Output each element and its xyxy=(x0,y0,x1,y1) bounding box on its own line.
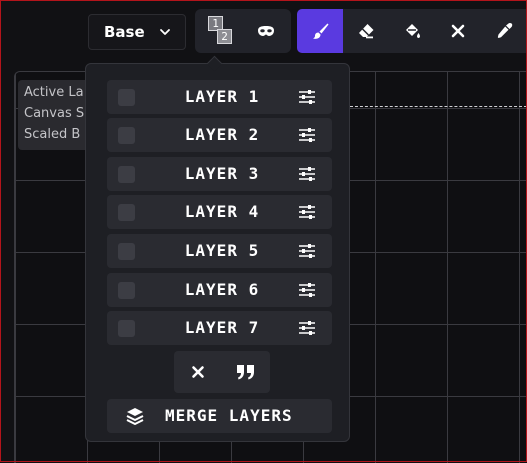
fill-tool-button[interactable] xyxy=(389,9,435,53)
layers-icon xyxy=(126,408,144,425)
clear-tool-button[interactable] xyxy=(435,9,481,53)
layer-row-5[interactable]: LAYER 5 xyxy=(107,234,332,268)
sliders-icon[interactable] xyxy=(298,282,316,298)
sliders-icon[interactable] xyxy=(298,243,316,259)
quote-icon xyxy=(237,365,254,380)
mask-button[interactable] xyxy=(243,9,289,53)
paint-bucket-icon xyxy=(406,24,420,38)
chevron-down-icon xyxy=(160,29,170,35)
layer-checkbox[interactable] xyxy=(118,282,135,299)
layer-name: LAYER 7 xyxy=(184,318,260,337)
color-picker-tool-button[interactable] xyxy=(481,9,527,53)
layer-name: LAYER 6 xyxy=(184,280,260,299)
layer-row-1[interactable]: LAYER 1 xyxy=(107,80,332,114)
sliders-icon[interactable] xyxy=(298,89,316,105)
layer-row-6[interactable]: LAYER 6 xyxy=(107,273,332,307)
sliders-icon[interactable] xyxy=(298,204,316,220)
layer-checkbox[interactable] xyxy=(118,243,135,260)
layer-checkbox[interactable] xyxy=(118,204,135,221)
layers-toggle-button[interactable]: 1 2 xyxy=(195,9,243,53)
layer-row-2[interactable]: LAYER 2 xyxy=(107,118,332,152)
eyedropper-icon xyxy=(497,22,513,38)
layer-name: LAYER 5 xyxy=(184,241,260,260)
layer-name: LAYER 1 xyxy=(184,87,260,106)
layer-row-4[interactable]: LAYER 4 xyxy=(107,195,332,229)
close-icon xyxy=(451,24,465,38)
brush-tool-button[interactable] xyxy=(297,9,343,53)
sliders-icon[interactable] xyxy=(298,127,316,143)
layer-tool-group: 1 2 xyxy=(195,9,291,53)
mask-icon xyxy=(258,26,274,36)
layers-popover: LAYER 1 LAYER 2 LAYER 3 LAYER 4 LAYER 5 … xyxy=(85,63,350,442)
canvas-boundary-guide xyxy=(350,106,527,107)
layer-checkbox[interactable] xyxy=(118,166,135,183)
sliders-icon[interactable] xyxy=(298,166,316,182)
base-select-label: Base xyxy=(104,23,145,41)
eraser-tool-button[interactable] xyxy=(343,9,389,53)
layer-row-3[interactable]: LAYER 3 xyxy=(107,157,332,191)
layer-name: LAYER 4 xyxy=(184,202,260,221)
brush-icon xyxy=(313,23,329,39)
drawing-tool-group xyxy=(297,9,527,53)
close-icon xyxy=(192,366,204,378)
layer-name: LAYER 3 xyxy=(184,164,260,183)
eraser-icon xyxy=(359,24,374,39)
layer-row-7[interactable]: LAYER 7 xyxy=(107,311,332,345)
merge-layers-label: MERGE LAYERS xyxy=(165,406,293,425)
sliders-icon[interactable] xyxy=(298,320,316,336)
layer-checkbox[interactable] xyxy=(118,89,135,106)
layer-name: LAYER 2 xyxy=(184,125,260,144)
duplicate-layer-button[interactable] xyxy=(222,351,270,393)
layer-checkbox[interactable] xyxy=(118,320,135,337)
base-layer-select[interactable]: Base xyxy=(88,14,186,50)
layer-checkbox[interactable] xyxy=(118,127,135,144)
delete-layer-button[interactable] xyxy=(174,351,222,393)
layer-badge-2: 2 xyxy=(217,29,232,44)
layer-actions xyxy=(174,351,270,393)
merge-layers-button[interactable]: MERGE LAYERS xyxy=(107,399,332,433)
